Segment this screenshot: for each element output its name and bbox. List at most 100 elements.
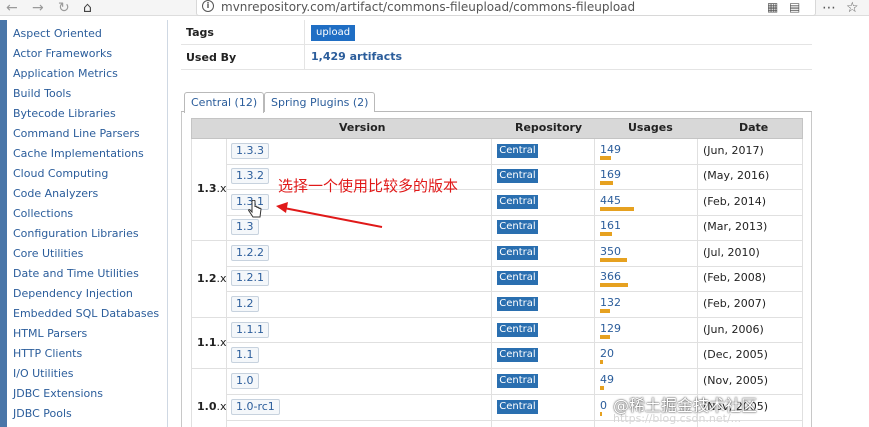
- version-link[interactable]: 1.2: [231, 296, 259, 312]
- repo-badge[interactable]: Central: [497, 374, 538, 388]
- reader-mode-icon[interactable]: ▤: [789, 0, 800, 14]
- home-icon[interactable]: ⌂: [83, 0, 92, 16]
- usage-count[interactable]: 169: [600, 169, 621, 181]
- category-io-utilities[interactable]: I/O Utilities: [13, 367, 74, 381]
- repo-badge[interactable]: Central: [497, 144, 538, 158]
- usage-bar: [600, 360, 603, 364]
- version-link[interactable]: 1.2.2: [231, 245, 269, 261]
- version-link[interactable]: 1.0-rc1: [231, 399, 280, 415]
- version-link[interactable]: 1.3: [231, 219, 259, 235]
- repo-badge[interactable]: Central: [497, 220, 538, 234]
- version-link[interactable]: 1.0: [231, 373, 259, 389]
- usage-bar: [600, 181, 613, 185]
- category-html-parsers[interactable]: HTML Parsers: [13, 327, 87, 341]
- row-divider: [226, 164, 803, 165]
- category-build-tools[interactable]: Build Tools: [13, 87, 71, 101]
- usage-count[interactable]: 132: [600, 297, 621, 309]
- repo-badge[interactable]: Central: [497, 169, 538, 183]
- repo-badge[interactable]: Central: [497, 323, 538, 337]
- category-jdbc-extensions[interactable]: JDBC Extensions: [13, 387, 103, 401]
- category-cloud-computing[interactable]: Cloud Computing: [13, 167, 108, 181]
- category-code-analyzers[interactable]: Code Analyzers: [13, 187, 98, 201]
- back-arrow-icon[interactable]: ←: [6, 0, 18, 16]
- repo-badge[interactable]: Central: [497, 246, 538, 260]
- release-date: (May, 2016): [703, 169, 770, 182]
- usage-bar: [600, 283, 628, 287]
- annotation-text: 选择一个使用比较多的版本: [278, 177, 459, 195]
- usage-count[interactable]: 445: [600, 195, 621, 207]
- group-label-1-3: 1.3.x: [197, 182, 227, 195]
- usage-count[interactable]: 0: [600, 400, 607, 412]
- repo-badge[interactable]: Central: [497, 400, 538, 414]
- category-jdbc-pools[interactable]: JDBC Pools: [13, 407, 72, 421]
- browser-toolbar: ← → ↻ ⌂ i mvnrepository.com/artifact/com…: [0, 0, 869, 16]
- usage-bar: [600, 207, 634, 211]
- category-http-clients[interactable]: HTTP Clients: [13, 347, 82, 361]
- sidebar-accent-strip: [0, 20, 7, 427]
- usage-count[interactable]: 49: [600, 374, 614, 386]
- release-date: (Jun, 2006): [703, 323, 764, 336]
- group-label-1-0: 1.0.x: [197, 400, 227, 413]
- tags-label: Tags: [186, 26, 214, 39]
- category-bytecode-libraries[interactable]: Bytecode Libraries: [13, 107, 116, 121]
- info-separator: [304, 45, 305, 70]
- repo-badge[interactable]: Central: [497, 271, 538, 285]
- row-divider: [226, 342, 803, 343]
- version-link[interactable]: 1.1: [231, 347, 259, 363]
- grid-line: [491, 139, 492, 427]
- category-command-line-parsers[interactable]: Command Line Parsers: [13, 127, 140, 141]
- usedby-link[interactable]: 1,429 artifacts: [311, 50, 402, 63]
- tab-spring-plugins[interactable]: Spring Plugins (2): [264, 92, 376, 112]
- version-link[interactable]: 1.3.3: [231, 143, 269, 159]
- group-divider: [191, 240, 803, 241]
- usage-bar: [600, 386, 604, 390]
- usage-count[interactable]: 161: [600, 220, 621, 232]
- version-link[interactable]: 1.3.2: [231, 168, 269, 184]
- header-version: Version: [339, 121, 386, 134]
- release-date: (Jul, 2010): [703, 246, 760, 259]
- grid-line: [191, 139, 192, 427]
- category-date-time-utilities[interactable]: Date and Time Utilities: [13, 267, 139, 281]
- tab-central[interactable]: Central (12): [184, 92, 265, 113]
- category-aspect-oriented[interactable]: Aspect Oriented: [13, 27, 102, 41]
- grid-line: [802, 139, 803, 427]
- category-application-metrics[interactable]: Application Metrics: [13, 67, 118, 81]
- release-date: (Feb, 2008): [703, 271, 767, 284]
- version-link[interactable]: 1.2.1: [231, 270, 269, 286]
- header-date: Date: [739, 121, 769, 134]
- header-repository: Repository: [515, 121, 583, 134]
- usage-count[interactable]: 350: [600, 246, 621, 258]
- repo-badge[interactable]: Central: [497, 297, 538, 311]
- category-cache-implementations[interactable]: Cache Implementations: [13, 147, 144, 161]
- repo-badge[interactable]: Central: [497, 195, 538, 209]
- forward-arrow-icon[interactable]: →: [32, 0, 44, 16]
- category-collections[interactable]: Collections: [13, 207, 73, 221]
- qr-code-icon[interactable]: ▦: [767, 0, 778, 14]
- group-divider: [191, 317, 803, 318]
- category-embedded-sql-databases[interactable]: Embedded SQL Databases: [13, 307, 159, 321]
- category-dependency-injection[interactable]: Dependency Injection: [13, 287, 133, 301]
- reload-icon[interactable]: ↻: [58, 0, 70, 16]
- tag-badge[interactable]: upload: [311, 25, 356, 41]
- group-label-1-1: 1.1.x: [197, 336, 227, 349]
- bookmark-star-icon[interactable]: ☆: [846, 0, 859, 16]
- usage-count[interactable]: 20: [600, 348, 614, 360]
- usedby-label: Used By: [186, 51, 237, 64]
- usage-count[interactable]: 366: [600, 271, 621, 283]
- address-bar[interactable]: i mvnrepository.com/artifact/commons-fil…: [196, 0, 816, 16]
- release-date: (Nov, 2005): [703, 374, 769, 387]
- grid-line: [697, 139, 698, 427]
- site-info-icon[interactable]: i: [202, 0, 214, 12]
- page-actions-icon[interactable]: ⋯: [822, 0, 836, 16]
- repo-badge[interactable]: Central: [497, 348, 538, 362]
- usage-count[interactable]: 129: [600, 323, 621, 335]
- category-configuration-libraries[interactable]: Configuration Libraries: [13, 227, 139, 241]
- category-core-utilities[interactable]: Core Utilities: [13, 247, 83, 261]
- usage-bar: [600, 412, 602, 416]
- watermark: @稀土掘金技术社区: [613, 396, 758, 415]
- usage-bar: [600, 258, 627, 262]
- usage-count[interactable]: 149: [600, 144, 621, 156]
- category-actor-frameworks[interactable]: Actor Frameworks: [13, 47, 112, 61]
- group-label-1-2: 1.2.x: [197, 272, 227, 285]
- version-link[interactable]: 1.1.1: [231, 322, 269, 338]
